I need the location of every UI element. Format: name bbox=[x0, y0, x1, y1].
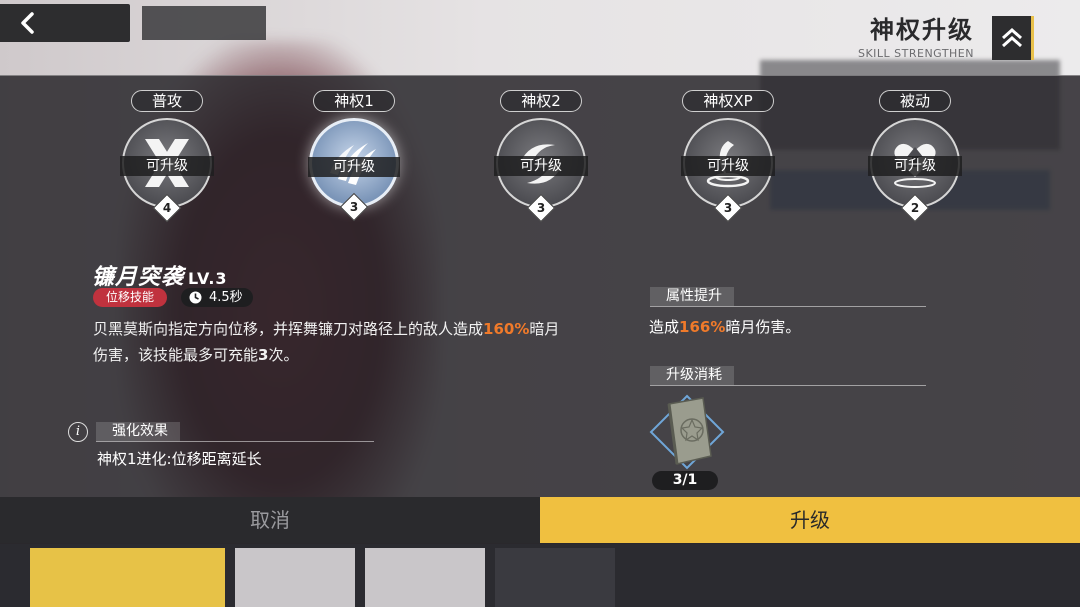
title-block: 神权升级 SKILL STRENGTHEN bbox=[858, 16, 974, 60]
double-chevron-up-icon bbox=[1001, 27, 1022, 48]
skill-level-text: LV.3 bbox=[188, 269, 228, 288]
skill-type-tag: 位移技能 bbox=[93, 288, 168, 307]
back-arrow-icon bbox=[21, 12, 34, 34]
page-title: 神权升级 bbox=[870, 16, 974, 44]
bg-tab bbox=[365, 548, 485, 607]
skill-tab-label: 神权XP bbox=[682, 90, 774, 112]
skill-icon-circle[interactable]: 可升级 3 bbox=[308, 118, 400, 222]
skill-level-badge: 3 bbox=[713, 193, 743, 223]
skill-tab-label: 神权1 bbox=[313, 90, 395, 112]
cost-count: 3/1 bbox=[652, 471, 718, 490]
skill-icon-circle[interactable]: 可升级 3 bbox=[494, 118, 588, 223]
skill-level-badge: 3 bbox=[526, 193, 556, 223]
skill-level-badge: 3 bbox=[339, 192, 369, 222]
bg-tab bbox=[30, 548, 225, 607]
upgrade-button[interactable]: 升级 bbox=[540, 497, 1080, 543]
skill-tab-divine-1[interactable]: 神权1 可升级 3 bbox=[304, 90, 404, 222]
skill-tab-label: 神权2 bbox=[500, 90, 582, 112]
collapse-button[interactable] bbox=[992, 16, 1034, 60]
top-dimmed-block bbox=[142, 6, 266, 40]
top-bar: 神权升级 SKILL STRENGTHEN bbox=[0, 0, 1080, 75]
upgradable-label: 可升级 bbox=[308, 157, 400, 177]
enhance-label: 强化效果 bbox=[96, 422, 180, 441]
divider bbox=[96, 441, 374, 442]
skill-icon-circle[interactable]: 可升级 2 bbox=[868, 118, 962, 223]
skill-icon-circle[interactable]: 可升级 4 bbox=[120, 118, 214, 223]
skill-tab-passive[interactable]: 被动 可升级 2 bbox=[865, 90, 965, 223]
skill-name-text: 镰月突袭 bbox=[92, 265, 185, 290]
cost-item[interactable] bbox=[649, 394, 725, 470]
upgradable-label: 可升级 bbox=[681, 156, 775, 176]
info-icon[interactable]: i bbox=[68, 422, 88, 442]
cooldown-text: 4.5秒 bbox=[209, 290, 243, 305]
skill-book-icon bbox=[649, 394, 725, 470]
skill-tab-divine-xp[interactable]: 神权XP 可升级 3 bbox=[678, 90, 778, 223]
clock-icon bbox=[189, 291, 202, 304]
skill-panel: 普攻 可升级 4 神权1 可升级 3 神权2 可升级 3 神权XP 可升级 3 … bbox=[0, 75, 1080, 544]
attribute-label: 属性提升 bbox=[650, 287, 734, 306]
divider bbox=[650, 385, 926, 386]
back-button[interactable] bbox=[0, 4, 130, 42]
cost-label: 升级消耗 bbox=[650, 366, 734, 385]
skill-icon-circle[interactable]: 可升级 3 bbox=[681, 118, 775, 223]
page-subtitle: SKILL STRENGTHEN bbox=[857, 47, 974, 60]
skill-name: 镰月突袭 LV.3 bbox=[92, 259, 228, 291]
skill-level-badge: 2 bbox=[900, 193, 930, 223]
bg-tab bbox=[495, 548, 615, 607]
skill-tab-label: 被动 bbox=[878, 90, 951, 112]
skill-tab-normal-attack[interactable]: 普攻 可升级 4 bbox=[117, 90, 217, 223]
upgradable-label: 可升级 bbox=[868, 156, 962, 176]
divider bbox=[650, 306, 926, 307]
cooldown-tag: 4.5秒 bbox=[181, 288, 253, 307]
upgradable-label: 可升级 bbox=[120, 156, 214, 176]
skill-description: 贝黑莫斯向指定方向位移，并挥舞镰刀对路径上的敌人造成160%暗月伤害，该技能最多… bbox=[93, 320, 560, 364]
skill-tab-label: 普攻 bbox=[130, 90, 203, 112]
cancel-button[interactable]: 取消 bbox=[0, 497, 540, 543]
skill-tab-divine-2[interactable]: 神权2 可升级 3 bbox=[491, 90, 591, 223]
skill-level-badge: 4 bbox=[152, 193, 182, 223]
attribute-text: 造成166%暗月伤害。 bbox=[649, 318, 801, 336]
enhance-text: 神权1进化:位移距离延长 bbox=[97, 450, 262, 468]
upgradable-label: 可升级 bbox=[494, 156, 588, 176]
bg-tab bbox=[235, 548, 355, 607]
